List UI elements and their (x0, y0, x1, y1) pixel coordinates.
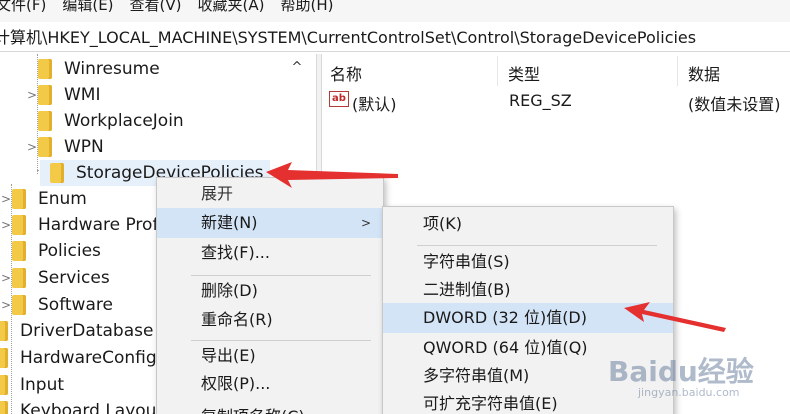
menu-item-label: 删除(D) (201, 281, 258, 300)
tree-item-label: Keyboard Layout (20, 401, 164, 414)
tree-item-label: Services (38, 268, 110, 288)
menu-item-find[interactable]: 查找(F)... (157, 238, 383, 268)
tree-item[interactable]: Winresume (26, 56, 160, 82)
menu-item-label: 多字符串值(M) (423, 366, 530, 385)
folder-icon (12, 295, 26, 315)
folder-icon (0, 401, 8, 414)
chevron-right-icon[interactable]: > (0, 218, 12, 232)
menu-item-label: 查找(F)... (201, 243, 270, 262)
tree-item[interactable]: Keyboard Layout (0, 398, 163, 414)
tree-item-label: Policies (38, 241, 101, 261)
menu-item-permissions[interactable]: 权限(P)... (157, 369, 383, 399)
folder-icon (38, 85, 52, 105)
menu-item-dword-value[interactable]: DWORD (32 位)值(D) (383, 303, 673, 333)
folder-icon (12, 241, 26, 261)
tree-item-label: WPN (64, 137, 104, 157)
tree-item-label: WMI (64, 85, 101, 105)
menu-item-copy-key-name[interactable]: 复制项名称(C) (157, 402, 383, 414)
scroll-up-icon[interactable]: ^ (287, 60, 307, 78)
menu-item-label: QWORD (64 位)值(Q) (423, 338, 588, 357)
tree-item[interactable]: HardwareConfig (0, 345, 157, 371)
menu-item-binary-value[interactable]: 二进制值(B) (383, 275, 673, 305)
folder-icon (12, 189, 26, 209)
menu-item-label: 字符串值(S) (423, 252, 510, 271)
tree-item[interactable]: > WMI (26, 82, 101, 108)
tree-item[interactable]: DriverDatabase (0, 318, 153, 344)
tree-item-label: WorkplaceJoin (64, 111, 184, 131)
submenu-arrow-icon: > (360, 216, 371, 230)
menu-item-new-key[interactable]: 项(K) (383, 209, 673, 239)
tree-item-label: DriverDatabase (20, 321, 154, 341)
tree-item-label: Input (20, 375, 65, 395)
list-header: 名称 类型 数据 (322, 54, 790, 88)
menu-item-label: 二进制值(B) (423, 280, 511, 299)
menu-item-label: DWORD (32 位)值(D) (423, 308, 587, 327)
tree-item-label: HardwareConfig (20, 348, 157, 368)
tree-item[interactable]: > Services (0, 265, 110, 291)
chevron-right-icon[interactable]: > (0, 298, 12, 312)
tree-item-label: Software (38, 295, 113, 315)
menu-item-new[interactable]: 新建(N) > (157, 208, 383, 238)
menu-item-rename[interactable]: 重命名(R) (157, 305, 383, 335)
folder-icon (12, 268, 26, 288)
tree-item[interactable]: > Enum (0, 186, 87, 212)
column-header-type[interactable]: 类型 (508, 61, 540, 85)
menu-item-export[interactable]: 导出(E) (157, 341, 383, 371)
menu-item-delete[interactable]: 删除(D) (157, 276, 383, 306)
menu-item-label: 项(K) (423, 214, 462, 233)
chevron-right-icon[interactable]: > (0, 271, 12, 285)
folder-icon (0, 348, 8, 368)
menu-bar: 文件(F) 编辑(E) 查看(V) 收藏夹(A) 帮助(H) (0, 0, 790, 22)
folder-icon (12, 215, 26, 235)
tree-item-label: Enum (38, 189, 87, 209)
tree-item[interactable]: > WPN (26, 134, 104, 160)
value-name: (默认) (352, 95, 397, 114)
menu-item-label: 复制项名称(C) (201, 402, 305, 414)
folder-icon (38, 59, 52, 79)
tree-item[interactable]: Input (0, 372, 64, 398)
folder-icon (0, 321, 8, 341)
menu-item-string-value[interactable]: 字符串值(S) (383, 247, 673, 277)
column-divider[interactable] (497, 56, 498, 86)
menu-separator (417, 245, 657, 246)
menu-help[interactable]: 帮助(H) (280, 0, 333, 15)
tree-item[interactable]: > Software (0, 292, 113, 318)
column-header-data[interactable]: 数据 (688, 61, 720, 85)
menu-edit[interactable]: 编辑(E) (62, 0, 113, 15)
menu-item-expand[interactable]: 展开 (157, 179, 383, 209)
column-header-name[interactable]: 名称 (330, 61, 362, 85)
folder-icon (0, 375, 8, 395)
value-data: (数值未设置) (688, 95, 781, 114)
watermark-logo: Baidu经验 (608, 355, 754, 388)
menu-item-label: 可扩充字符串值(E) (423, 394, 558, 413)
watermark-url: jingyan.baidu.com (638, 386, 740, 399)
context-menu: 展开 新建(N) > 查找(F)... 删除(D) 重命名(R) 导出(E) 权… (156, 177, 384, 414)
tree-item[interactable]: WorkplaceJoin (26, 108, 184, 134)
column-divider[interactable] (677, 56, 678, 86)
folder-icon (38, 137, 52, 157)
tree-item-label: Winresume (64, 59, 160, 79)
address-path: 计算机\HKEY_LOCAL_MACHINE\SYSTEM\CurrentCon… (0, 28, 697, 47)
address-bar[interactable]: 计算机\HKEY_LOCAL_MACHINE\SYSTEM\CurrentCon… (0, 24, 790, 52)
menu-item-label: 展开 (201, 184, 234, 203)
value-type: REG_SZ (509, 91, 572, 110)
folder-icon (50, 163, 64, 183)
string-value-icon: ab (329, 91, 349, 107)
menu-item-label: 新建(N) (201, 213, 258, 232)
menu-item-label: 权限(P)... (201, 374, 271, 393)
menu-file[interactable]: 文件(F) (0, 0, 46, 15)
menu-favorites[interactable]: 收藏夹(A) (198, 0, 265, 15)
tree-item[interactable]: Policies (0, 238, 101, 264)
chevron-right-icon[interactable]: > (0, 192, 12, 206)
folder-icon (38, 111, 52, 131)
menu-view[interactable]: 查看(V) (130, 0, 182, 15)
chevron-right-icon[interactable]: > (26, 140, 38, 154)
menu-item-label: 导出(E) (201, 346, 256, 365)
baidu-watermark: Baidu经验 jingyan.baidu.com (608, 350, 788, 410)
menu-item-label: 重命名(R) (201, 310, 273, 329)
chevron-right-icon[interactable]: > (26, 88, 38, 102)
